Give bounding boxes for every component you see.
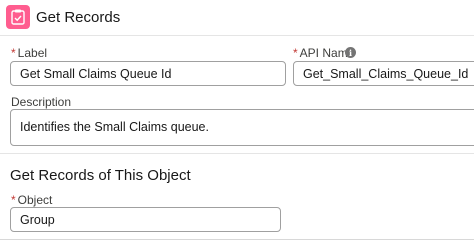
api-name-input[interactable]: Get_Small_Claims_Queue_Id	[293, 61, 474, 86]
info-icon[interactable]: i	[345, 47, 356, 58]
label-field-label: * Label	[11, 46, 48, 60]
object-field-label: * Object	[11, 193, 53, 207]
panel-title: Get Records	[36, 9, 121, 26]
required-marker: *	[293, 46, 298, 60]
object-input[interactable]: Group	[10, 207, 281, 232]
panel-header: Get Records	[0, 0, 474, 36]
description-textarea[interactable]: Identifies the Small Claims queue.	[10, 109, 474, 146]
required-marker: *	[11, 46, 16, 60]
get-records-icon	[6, 5, 30, 29]
section-divider	[0, 153, 474, 154]
section-title: Get Records of This Object	[10, 167, 191, 184]
description-field-label: Description	[11, 95, 72, 109]
label-input[interactable]: Get Small Claims Queue Id	[10, 61, 286, 86]
bottom-divider	[0, 239, 474, 240]
required-marker: *	[11, 193, 16, 207]
